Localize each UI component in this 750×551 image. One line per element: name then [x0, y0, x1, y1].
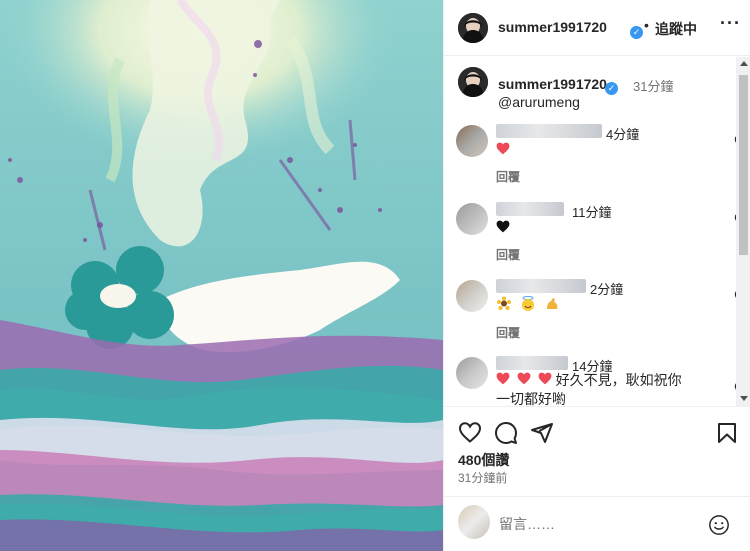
add-comment-bar [444, 496, 750, 551]
flexed-biceps-emoji-icon [546, 298, 558, 310]
comment-text [496, 219, 676, 238]
viewer-avatar [458, 505, 490, 539]
comment-input[interactable] [499, 514, 699, 534]
comment-item: 11分鐘 回覆 [456, 197, 736, 267]
like-heart-icon[interactable] [458, 421, 482, 445]
commenter-username-redacted[interactable] [496, 202, 564, 216]
smiling-face-with-halo-emoji-icon [521, 296, 534, 312]
commenter-username-redacted[interactable] [496, 356, 568, 370]
likes-count[interactable]: 480個讚 [458, 450, 509, 470]
verified-badge-icon: ✓ [627, 21, 643, 39]
commenter-avatar[interactable] [456, 203, 488, 235]
commenter-avatar[interactable] [456, 280, 488, 312]
post-actions: 480個讚 31分鐘前 [444, 406, 750, 506]
more-options-icon[interactable]: ··· [720, 13, 741, 34]
reply-button[interactable]: 回覆 [496, 324, 520, 341]
comment-item: 4分鐘 回覆 [456, 119, 736, 189]
comment-text: 好久不見，耿如祝你一切都好喲 [496, 371, 686, 406]
scroll-up-arrow-icon[interactable] [740, 61, 748, 66]
verified-badge-icon: ✓ [602, 77, 618, 95]
reply-button[interactable]: 回覆 [496, 246, 520, 263]
post-timestamp[interactable]: 31分鐘前 [458, 469, 507, 486]
post-viewer: summer1991720 ✓ • 追蹤中 ··· summer1991720 … [0, 0, 750, 551]
commenter-avatar[interactable] [456, 357, 488, 389]
caption-author-avatar[interactable] [458, 67, 488, 97]
commenter-avatar[interactable] [456, 125, 488, 157]
sunflower-emoji-icon [497, 296, 511, 311]
share-paper-plane-icon[interactable] [530, 421, 554, 445]
commenter-username-redacted[interactable] [496, 279, 586, 293]
following-button[interactable]: 追蹤中 [655, 19, 697, 39]
comment-text [496, 294, 676, 313]
red-heart-emoji-icon [538, 372, 552, 385]
comment-item: 2分鐘 回覆 [456, 274, 736, 344]
scroll-down-arrow-icon[interactable] [740, 396, 748, 401]
red-heart-emoji-icon [496, 142, 510, 155]
red-heart-emoji-icon [517, 372, 531, 385]
author-username[interactable]: summer1991720 [498, 19, 607, 35]
caption-username[interactable]: summer1991720 [498, 76, 607, 92]
emoji-picker-icon[interactable] [708, 514, 730, 536]
author-avatar[interactable] [458, 13, 488, 43]
caption-mention-link[interactable]: @arurumeng [498, 94, 580, 110]
red-heart-emoji-icon [496, 372, 510, 385]
commenter-username-redacted[interactable] [496, 124, 602, 138]
scrollbar-thumb[interactable] [739, 75, 748, 255]
caption-time[interactable]: 31分鐘 [633, 76, 673, 95]
comments-scrollbar[interactable] [736, 57, 750, 406]
separator-dot: • [644, 17, 649, 33]
comment-item: 14分鐘 好久不見，耿如祝你一切都好喲 [456, 351, 736, 406]
painting-artwork [0, 0, 443, 551]
post-side-panel: summer1991720 ✓ • 追蹤中 ··· summer1991720 … [443, 0, 750, 551]
save-bookmark-icon[interactable] [715, 421, 739, 445]
post-header: summer1991720 ✓ • 追蹤中 ··· [444, 0, 750, 56]
comment-bubble-icon[interactable] [494, 421, 518, 445]
comments-list[interactable]: summer1991720 ✓ 31分鐘 @arurumeng 4分鐘 回覆 1… [444, 57, 736, 406]
comment-text [496, 141, 676, 160]
post-image[interactable] [0, 0, 443, 551]
reply-button[interactable]: 回覆 [496, 168, 520, 185]
black-heart-emoji-icon [496, 220, 510, 233]
